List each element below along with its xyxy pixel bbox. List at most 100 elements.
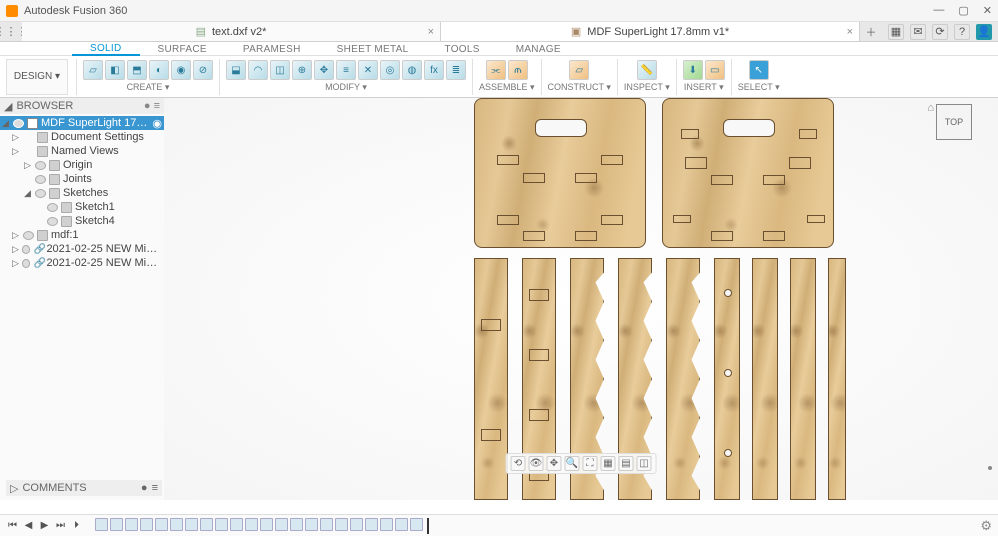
timeline-settings-icon[interactable]: ⚙	[980, 518, 992, 534]
delete-icon[interactable]: ✕	[358, 60, 378, 80]
close-icon[interactable]: ✕	[983, 4, 992, 17]
part-wavy-3[interactable]	[666, 258, 700, 500]
tree-node[interactable]: Joints	[0, 172, 164, 186]
timeline-prev-icon[interactable]: ◀	[22, 519, 35, 532]
group-label[interactable]: INSERT ▾	[684, 82, 724, 93]
timeline-step[interactable]	[185, 518, 198, 531]
combine-icon[interactable]: ⊕	[292, 60, 312, 80]
part-strip-1[interactable]	[474, 258, 508, 500]
look-icon[interactable]: 👁	[529, 456, 544, 471]
tab-close-icon[interactable]: ×	[847, 26, 853, 38]
timeline-step[interactable]	[155, 518, 168, 531]
viewport-icon[interactable]: ◫	[637, 456, 652, 471]
timeline-step[interactable]	[110, 518, 123, 531]
timeline-step[interactable]	[395, 518, 408, 531]
group-label[interactable]: CREATE ▾	[127, 82, 170, 93]
display-icon[interactable]: ▦	[601, 456, 616, 471]
group-label[interactable]: SELECT ▾	[738, 82, 780, 93]
part-strip-5[interactable]	[790, 258, 816, 500]
tab-close-icon[interactable]: ×	[428, 26, 434, 38]
asbuilt-icon[interactable]: ⫙	[508, 60, 528, 80]
appearance-icon[interactable]: ◍	[402, 60, 422, 80]
tree-node[interactable]: ▷🔗2021-02-25 NEW Mining Rig v…	[0, 256, 164, 270]
comments-options-icon[interactable]: ●	[141, 482, 148, 494]
viewport[interactable]: ⌂ TOP	[164, 98, 998, 500]
browser-options-icon[interactable]: ● ≡	[144, 100, 160, 112]
tree-node[interactable]: ▷Origin	[0, 158, 164, 172]
comments-expand-icon[interactable]: ≡	[152, 482, 158, 494]
group-label[interactable]: INSPECT ▾	[624, 82, 670, 93]
revolve-icon[interactable]: ◐	[149, 60, 169, 80]
part-side-b[interactable]	[662, 98, 834, 248]
ribbon-tab-mesh[interactable]: PARAMESH	[225, 44, 319, 55]
group-label[interactable]: ASSEMBLE ▾	[479, 82, 535, 93]
timeline-step[interactable]	[95, 518, 108, 531]
ribbon-tab-manage[interactable]: MANAGE	[498, 44, 579, 55]
orbit-icon[interactable]: ⟲	[511, 456, 526, 471]
ribbon-tab-solid[interactable]: SOLID	[72, 43, 140, 56]
tree-node[interactable]: Sketch4	[0, 214, 164, 228]
timeline-step[interactable]	[230, 518, 243, 531]
collapse-icon[interactable]: ◢	[4, 100, 12, 113]
timeline-marker[interactable]	[427, 518, 429, 534]
timeline-play-icon[interactable]: ⏵	[70, 519, 83, 532]
timeline-next-icon[interactable]: ▶	[38, 519, 51, 532]
fillet-icon[interactable]: ◠	[248, 60, 268, 80]
form-icon[interactable]: ◉	[171, 60, 191, 80]
timeline-step[interactable]	[260, 518, 273, 531]
decal-icon[interactable]: ▭	[705, 60, 725, 80]
tree-node[interactable]: ▷🔗2021-02-25 NEW Mining Rig v…	[0, 242, 164, 256]
compute-icon[interactable]: ≣	[446, 60, 466, 80]
plane-icon[interactable]: ▱	[569, 60, 589, 80]
tree-node[interactable]: Sketch1	[0, 200, 164, 214]
tree-node[interactable]: ▷mdf:1	[0, 228, 164, 242]
box-icon[interactable]: ◧	[105, 60, 125, 80]
ribbon-tab-surface[interactable]: SURFACE	[140, 44, 225, 55]
presspull-icon[interactable]: ⬓	[226, 60, 246, 80]
timeline-step[interactable]	[275, 518, 288, 531]
comments-panel[interactable]: ▷ COMMENTS ●≡	[6, 480, 162, 496]
timeline-last-icon[interactable]: ⏭	[54, 519, 67, 532]
timeline-step[interactable]	[365, 518, 378, 531]
part-strip-3[interactable]	[714, 258, 740, 500]
workspace-button[interactable]: DESIGN ▾	[6, 59, 68, 95]
timeline-step[interactable]	[380, 518, 393, 531]
pan-icon[interactable]: ✥	[547, 456, 562, 471]
ribbon-tab-tools[interactable]: TOOLS	[426, 44, 497, 55]
help-icon[interactable]: ?	[954, 24, 970, 40]
insert-icon[interactable]: ⬇	[683, 60, 703, 80]
group-label[interactable]: MODIFY ▾	[325, 82, 367, 93]
select-icon[interactable]: ↖	[749, 60, 769, 80]
new-tab-button[interactable]: ＋	[860, 22, 882, 41]
document-tab-2[interactable]: ▣ MDF SuperLight 17.8mm v1* ×	[441, 22, 860, 41]
physmat-icon[interactable]: ◎	[380, 60, 400, 80]
timeline-step[interactable]	[140, 518, 153, 531]
extrude-icon[interactable]: ⬒	[127, 60, 147, 80]
hole-icon[interactable]: ⊘	[193, 60, 213, 80]
tree-root[interactable]: ◢ MDF SuperLight 17.8mm … ◉	[0, 116, 164, 130]
new-sketch-icon[interactable]: ▱	[83, 60, 103, 80]
timeline-step[interactable]	[170, 518, 183, 531]
zoom-icon[interactable]: 🔍	[565, 456, 580, 471]
radio-icon[interactable]: ◉	[152, 117, 162, 130]
tree-node[interactable]: ◢Sketches	[0, 186, 164, 200]
timeline-step[interactable]	[215, 518, 228, 531]
joint-icon[interactable]: ⫘	[486, 60, 506, 80]
profile-icon[interactable]: 👤	[976, 24, 992, 40]
tree-node[interactable]: ▷Named Views	[0, 144, 164, 158]
maximize-icon[interactable]: ▢	[958, 4, 968, 17]
collapse-icon[interactable]: ▷	[10, 482, 18, 495]
part-strip-6[interactable]	[828, 258, 846, 500]
timeline-step[interactable]	[350, 518, 363, 531]
align-icon[interactable]: ≡	[336, 60, 356, 80]
timeline-step[interactable]	[320, 518, 333, 531]
ribbon-tab-sheetmetal[interactable]: SHEET METAL	[319, 44, 427, 55]
data-panel-icon[interactable]: ⋮⋮⋮	[0, 22, 22, 41]
move-icon[interactable]: ✥	[314, 60, 334, 80]
timeline-step[interactable]	[245, 518, 258, 531]
notifications-icon[interactable]: ✉	[910, 24, 926, 40]
browser-header[interactable]: ◢ BROWSER ● ≡	[0, 98, 164, 114]
minimize-icon[interactable]: —	[933, 4, 944, 17]
job-status-icon[interactable]: ⟳	[932, 24, 948, 40]
timeline-step[interactable]	[335, 518, 348, 531]
